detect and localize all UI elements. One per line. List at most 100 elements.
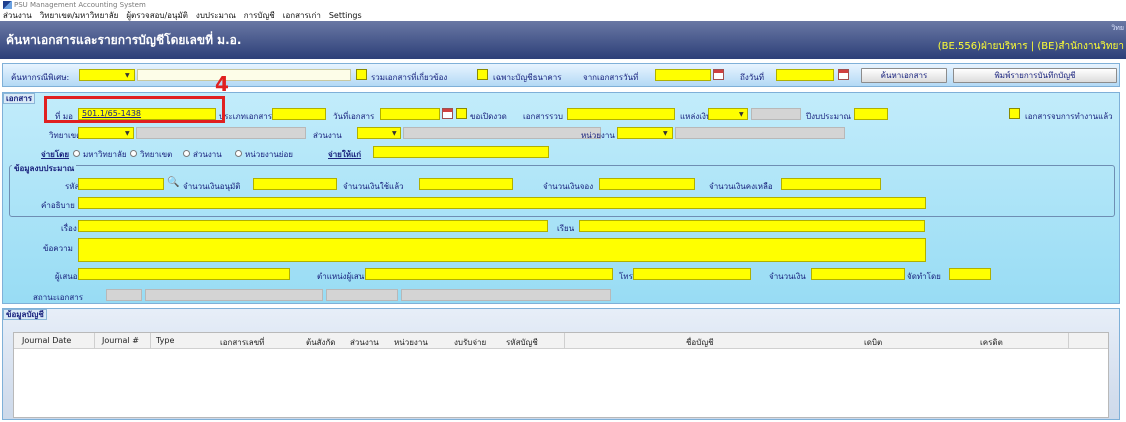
col-type[interactable]: Type — [156, 336, 174, 345]
unit-label: หน่วยงาน — [581, 131, 615, 140]
doc-status-code-field — [106, 289, 142, 301]
to-date-label: ถึงวันที่ — [740, 73, 764, 82]
pay-by-university-radio[interactable] — [73, 150, 80, 157]
col-unit[interactable]: หน่วยงาน — [394, 336, 428, 349]
col-account-code[interactable]: รหัสบัญชี — [506, 336, 538, 349]
app-logo-icon — [3, 1, 12, 9]
pay-by-subunit-radio[interactable] — [235, 150, 242, 157]
calendar-icon[interactable] — [838, 69, 849, 80]
calendar-icon[interactable] — [442, 108, 453, 119]
doc-status-note-field — [401, 289, 611, 301]
phone-input[interactable] — [633, 268, 751, 280]
doc-closed-label: เอกสารจบการทำงานแล้ว — [1025, 112, 1113, 121]
menu-item-approver[interactable]: ผู้ตรวจสอบ/อนุมัติ — [126, 10, 188, 21]
col-account-name[interactable]: ชื่อบัญชี — [686, 336, 714, 349]
accounts-grid[interactable]: Journal Date Journal # Type เอกสารเลขที่… — [13, 332, 1109, 418]
doc-date-input[interactable] — [380, 108, 440, 120]
doc-status-name-field — [145, 289, 323, 301]
approved-amount-field — [253, 178, 337, 190]
menu-item-accounting[interactable]: การบัญชี — [244, 10, 275, 21]
to-date-input[interactable] — [776, 69, 834, 81]
pay-by-subunit-label: หน่วยงานย่อย — [245, 150, 293, 159]
col-journal-no[interactable]: Journal # — [102, 336, 139, 345]
subject-label: เรื่อง — [61, 224, 77, 233]
amount-input[interactable] — [811, 268, 905, 280]
menu-item-division[interactable]: ส่วนงาน — [3, 10, 32, 21]
page-title: ค้นหาเอกสารและรายการบัญชีโดยเลขที่ ม.อ. — [6, 33, 242, 47]
calendar-icon[interactable] — [713, 69, 724, 80]
accounts-legend: ข้อมูลบัญชี — [3, 309, 47, 320]
reopen-period-checkbox[interactable] — [456, 108, 467, 119]
search-icon[interactable]: 🔍 — [167, 177, 179, 188]
message-input[interactable] — [78, 238, 926, 262]
column-divider — [150, 333, 151, 349]
description-input[interactable] — [78, 197, 926, 209]
budget-code-input[interactable] — [78, 178, 164, 190]
menu-item-campus[interactable]: วิทยาเขต/มหาวิทยาลัย — [40, 10, 119, 21]
ref-doc-label: เอกสารรวบ — [523, 112, 563, 121]
message-label: ข้อความ — [43, 244, 73, 253]
related-docs-label: รวมเอกสารที่เกี่ยวข้อง — [371, 73, 448, 82]
description-label: คำอธิบาย — [41, 201, 75, 210]
doc-type-input[interactable] — [272, 108, 326, 120]
pay-to-input[interactable] — [373, 146, 549, 158]
search-docs-button[interactable]: ค้นหาเอกสาร — [861, 68, 947, 83]
special-search-input[interactable] — [137, 69, 351, 81]
bank-only-label: เฉพาะบัญชีธนาคาร — [493, 73, 562, 82]
document-legend: เอกสาร — [3, 93, 36, 104]
to-label: เรียน — [557, 224, 575, 233]
org-name-top: วิทย — [1111, 24, 1124, 32]
unit-name-field — [675, 127, 845, 139]
doc-closed-checkbox[interactable] — [1009, 108, 1020, 119]
proposer-position-input[interactable] — [365, 268, 613, 280]
col-affiliation[interactable]: ต้นสังกัด — [306, 336, 336, 349]
menu-item-settings[interactable]: Settings — [329, 10, 362, 21]
col-budget-type[interactable]: งบรับจ่าย — [454, 336, 486, 349]
col-journal-date[interactable]: Journal Date — [22, 336, 71, 345]
col-debit[interactable]: เดบิต — [864, 336, 882, 349]
col-division[interactable]: ส่วนงาน — [350, 336, 379, 349]
accounts-panel: ข้อมูลบัญชี Journal Date Journal # Type … — [2, 308, 1120, 420]
pay-by-campus-radio[interactable] — [130, 150, 137, 157]
document-panel: เอกสาร ที่ มอ 501.1/65-1438 ประเภทเอกสาร… — [2, 92, 1120, 304]
ref-doc-input[interactable] — [567, 108, 675, 120]
chevron-down-icon: ▼ — [125, 130, 130, 137]
bank-only-checkbox[interactable] — [477, 69, 488, 80]
remaining-amount-field — [781, 178, 881, 190]
division-label: ส่วนงาน — [313, 131, 342, 140]
chevron-down-icon: ▼ — [125, 72, 130, 79]
doc-type-label: ประเภทเอกสาร — [219, 112, 273, 121]
related-docs-checkbox[interactable] — [356, 69, 367, 80]
approved-amount-label: จำนวนเงินอนุมัติ — [183, 182, 241, 191]
fund-label: แหล่งเงิน — [680, 112, 712, 121]
print-entries-button[interactable]: พิมพ์รายการบันทึกบัญชี — [953, 68, 1117, 83]
step-annotation: 4 — [215, 72, 229, 96]
proposer-input[interactable] — [78, 268, 290, 280]
reserved-amount-label: จำนวนเงินจอง — [543, 182, 594, 191]
prepared-by-input[interactable] — [949, 268, 991, 280]
column-divider — [564, 333, 565, 349]
used-amount-field — [419, 178, 513, 190]
used-amount-label: จำนวนเงินใช้แล้ว — [343, 182, 404, 191]
menu-item-old-docs[interactable]: เอกสารเก่า — [283, 10, 321, 21]
column-divider — [94, 333, 95, 349]
budget-legend: ข้อมูลงบประมาณ — [12, 162, 77, 175]
pay-by-label: จ่ายโดย — [41, 150, 70, 159]
division-name-field — [403, 127, 601, 139]
amount-label: จำนวนเงิน — [769, 272, 806, 281]
reserved-amount-field — [599, 178, 695, 190]
phone-label: โทร — [619, 272, 633, 281]
from-date-input[interactable] — [655, 69, 711, 81]
menu-item-budget[interactable]: งบประมาณ — [196, 10, 236, 21]
pay-by-division-radio[interactable] — [183, 150, 190, 157]
window-title: PSU Management Accounting System — [14, 1, 146, 9]
col-credit[interactable]: เครดิต — [980, 336, 1003, 349]
accounts-grid-header: Journal Date Journal # Type เอกสารเลขที่… — [14, 333, 1108, 349]
doc-status-extra-field — [326, 289, 398, 301]
to-input[interactable] — [579, 220, 925, 232]
proposer-label: ผู้เสนอ — [55, 272, 78, 281]
budget-year-input[interactable] — [854, 108, 888, 120]
doc-status-label: สถานะเอกสาร — [33, 293, 84, 302]
col-doc-no[interactable]: เอกสารเลขที่ — [220, 336, 264, 349]
subject-input[interactable] — [78, 220, 548, 232]
